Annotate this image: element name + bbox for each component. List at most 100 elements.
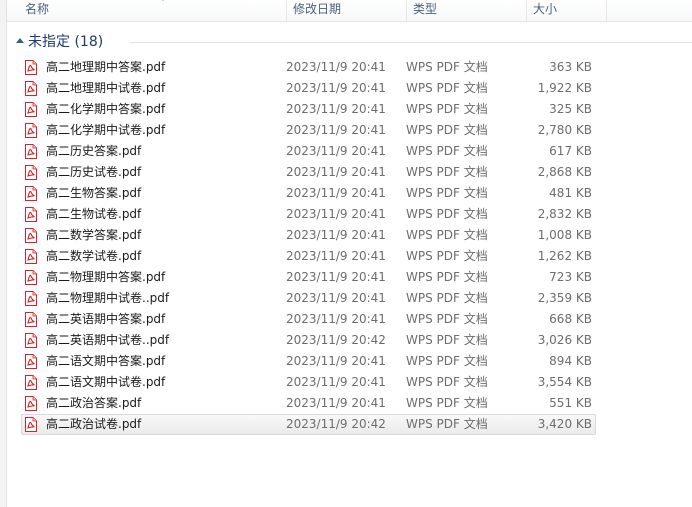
file-modified-date: 2023/11/9 20:41 bbox=[286, 249, 386, 263]
file-size: 1,262 KB bbox=[537, 249, 592, 263]
group-header[interactable]: 未指定 (18) bbox=[14, 32, 692, 52]
file-type: WPS PDF 文档 bbox=[406, 123, 488, 137]
collapse-triangle-icon[interactable] bbox=[16, 38, 24, 43]
pdf-file-icon bbox=[25, 144, 37, 159]
sort-arrow-icon bbox=[159, 0, 167, 1]
file-modified-date: 2023/11/9 20:41 bbox=[286, 60, 386, 74]
file-type: WPS PDF 文档 bbox=[406, 375, 488, 389]
file-modified-date: 2023/11/9 20:41 bbox=[286, 354, 386, 368]
pdf-file-icon bbox=[25, 333, 37, 348]
pdf-file-icon bbox=[25, 354, 37, 369]
file-size: 551 KB bbox=[549, 396, 592, 410]
file-name: 高二化学期中试卷.pdf bbox=[46, 123, 166, 137]
file-name: 高二数学试卷.pdf bbox=[46, 249, 142, 263]
file-type: WPS PDF 文档 bbox=[406, 354, 488, 368]
file-name: 高二化学期中答案.pdf bbox=[46, 102, 166, 116]
file-modified-date: 2023/11/9 20:41 bbox=[286, 81, 386, 95]
file-row[interactable]: 高二政治答案.pdf 2023/11/9 20:41 WPS PDF 文档 551 K… bbox=[21, 393, 596, 414]
file-type: WPS PDF 文档 bbox=[406, 60, 488, 74]
file-type: WPS PDF 文档 bbox=[406, 102, 488, 116]
file-modified-date: 2023/11/9 20:41 bbox=[286, 228, 386, 242]
file-modified-date: 2023/11/9 20:41 bbox=[286, 144, 386, 158]
file-row[interactable]: 高二数学答案.pdf 2023/11/9 20:41 WPS PDF 文档 1,008… bbox=[21, 225, 596, 246]
file-row[interactable]: 高二地理期中答案.pdf 2023/11/9 20:41 WPS PDF 文档 363… bbox=[21, 57, 596, 78]
file-size: 1,922 KB bbox=[537, 81, 592, 95]
file-modified-date: 2023/11/9 20:41 bbox=[286, 396, 386, 410]
file-row[interactable]: 高二历史试卷.pdf 2023/11/9 20:41 WPS PDF 文档 2,868… bbox=[21, 162, 596, 183]
file-name: 高二英语期中试卷..pdf bbox=[46, 333, 170, 347]
pdf-file-icon bbox=[25, 60, 37, 75]
file-type: WPS PDF 文档 bbox=[406, 312, 488, 326]
file-row[interactable]: 高二生物试卷.pdf 2023/11/9 20:41 WPS PDF 文档 2,832… bbox=[21, 204, 596, 225]
pdf-file-icon bbox=[25, 123, 37, 138]
pdf-file-icon bbox=[25, 396, 37, 411]
pdf-file-icon bbox=[25, 375, 37, 390]
file-modified-date: 2023/11/9 20:42 bbox=[286, 333, 386, 347]
file-type: WPS PDF 文档 bbox=[406, 291, 488, 305]
file-size: 1,008 KB bbox=[537, 228, 592, 242]
file-row[interactable]: 高二地理期中试卷.pdf 2023/11/9 20:41 WPS PDF 文档 1,9… bbox=[21, 78, 596, 99]
file-row[interactable]: 高二生物答案.pdf 2023/11/9 20:41 WPS PDF 文档 481 K… bbox=[21, 183, 596, 204]
group-title: 未指定 (18) bbox=[28, 34, 104, 50]
file-name: 高二物理期中答案.pdf bbox=[46, 270, 166, 284]
file-modified-date: 2023/11/9 20:41 bbox=[286, 375, 386, 389]
file-name: 高二生物答案.pdf bbox=[46, 186, 142, 200]
file-size: 617 KB bbox=[549, 144, 592, 158]
file-type: WPS PDF 文档 bbox=[406, 396, 488, 410]
file-size: 894 KB bbox=[549, 354, 592, 368]
column-header-type-label: 类型 bbox=[413, 2, 438, 16]
file-type: WPS PDF 文档 bbox=[406, 207, 488, 221]
file-type: WPS PDF 文档 bbox=[406, 249, 488, 263]
file-type: WPS PDF 文档 bbox=[406, 144, 488, 158]
column-header-date-label: 修改日期 bbox=[293, 2, 342, 16]
file-row[interactable]: 高二化学期中答案.pdf 2023/11/9 20:41 WPS PDF 文档 325… bbox=[21, 99, 596, 120]
file-modified-date: 2023/11/9 20:41 bbox=[286, 165, 386, 179]
file-row[interactable]: 高二历史答案.pdf 2023/11/9 20:41 WPS PDF 文档 617 K… bbox=[21, 141, 596, 162]
column-header-bar: 名称 修改日期 类型 大小 bbox=[7, 0, 692, 22]
file-modified-date: 2023/11/9 20:41 bbox=[286, 291, 386, 305]
file-name: 高二政治试卷.pdf bbox=[46, 417, 142, 431]
file-row[interactable]: 高二物理期中试卷..pdf 2023/11/9 20:41 WPS PDF 文档 2,… bbox=[21, 288, 596, 309]
file-row[interactable]: 高二英语期中答案.pdf 2023/11/9 20:41 WPS PDF 文档 668… bbox=[21, 309, 596, 330]
file-size: 325 KB bbox=[549, 102, 592, 116]
file-name: 高二地理期中答案.pdf bbox=[46, 60, 166, 74]
file-modified-date: 2023/11/9 20:41 bbox=[286, 207, 386, 221]
file-name: 高二英语期中答案.pdf bbox=[46, 312, 166, 326]
file-size: 363 KB bbox=[549, 60, 592, 74]
pdf-file-icon bbox=[25, 81, 37, 96]
file-row[interactable]: 高二数学试卷.pdf 2023/11/9 20:41 WPS PDF 文档 1,262… bbox=[21, 246, 596, 267]
file-row[interactable]: 高二语文期中答案.pdf 2023/11/9 20:41 WPS PDF 文档 894… bbox=[21, 351, 596, 372]
pdf-file-icon bbox=[25, 312, 37, 327]
file-size: 481 KB bbox=[549, 186, 592, 200]
file-type: WPS PDF 文档 bbox=[406, 186, 488, 200]
column-header-type[interactable]: 类型 bbox=[407, 0, 527, 21]
pdf-file-icon bbox=[25, 249, 37, 264]
file-size: 2,780 KB bbox=[537, 123, 592, 137]
column-header-name-label: 名称 bbox=[25, 2, 50, 16]
file-size: 2,832 KB bbox=[537, 207, 592, 221]
column-header-name[interactable]: 名称 bbox=[19, 0, 287, 21]
file-size: 723 KB bbox=[549, 270, 592, 284]
file-type: WPS PDF 文档 bbox=[406, 270, 488, 284]
column-header-date[interactable]: 修改日期 bbox=[287, 0, 407, 21]
file-size: 668 KB bbox=[549, 312, 592, 326]
file-row[interactable]: 高二政治试卷.pdf 2023/11/9 20:42 WPS PDF 文档 3,420… bbox=[21, 414, 596, 435]
file-name: 高二政治答案.pdf bbox=[46, 396, 142, 410]
pdf-file-icon bbox=[25, 417, 37, 432]
group-divider bbox=[130, 42, 692, 43]
file-type: WPS PDF 文档 bbox=[406, 417, 488, 431]
file-name: 高二语文期中试卷.pdf bbox=[46, 375, 166, 389]
column-header-size-label: 大小 bbox=[533, 2, 558, 16]
file-row[interactable]: 高二物理期中答案.pdf 2023/11/9 20:41 WPS PDF 文档 723… bbox=[21, 267, 596, 288]
pdf-file-icon bbox=[25, 102, 37, 117]
file-size: 2,868 KB bbox=[537, 165, 592, 179]
file-name: 高二历史答案.pdf bbox=[46, 144, 142, 158]
file-row[interactable]: 高二英语期中试卷..pdf 2023/11/9 20:42 WPS PDF 文档 3,… bbox=[21, 330, 596, 351]
file-row[interactable]: 高二化学期中试卷.pdf 2023/11/9 20:41 WPS PDF 文档 2,7… bbox=[21, 120, 596, 141]
pdf-file-icon bbox=[25, 186, 37, 201]
file-modified-date: 2023/11/9 20:41 bbox=[286, 123, 386, 137]
pdf-file-icon bbox=[25, 165, 37, 180]
file-row[interactable]: 高二语文期中试卷.pdf 2023/11/9 20:41 WPS PDF 文档 3,5… bbox=[21, 372, 596, 393]
file-type: WPS PDF 文档 bbox=[406, 228, 488, 242]
column-header-size[interactable]: 大小 bbox=[527, 0, 607, 21]
